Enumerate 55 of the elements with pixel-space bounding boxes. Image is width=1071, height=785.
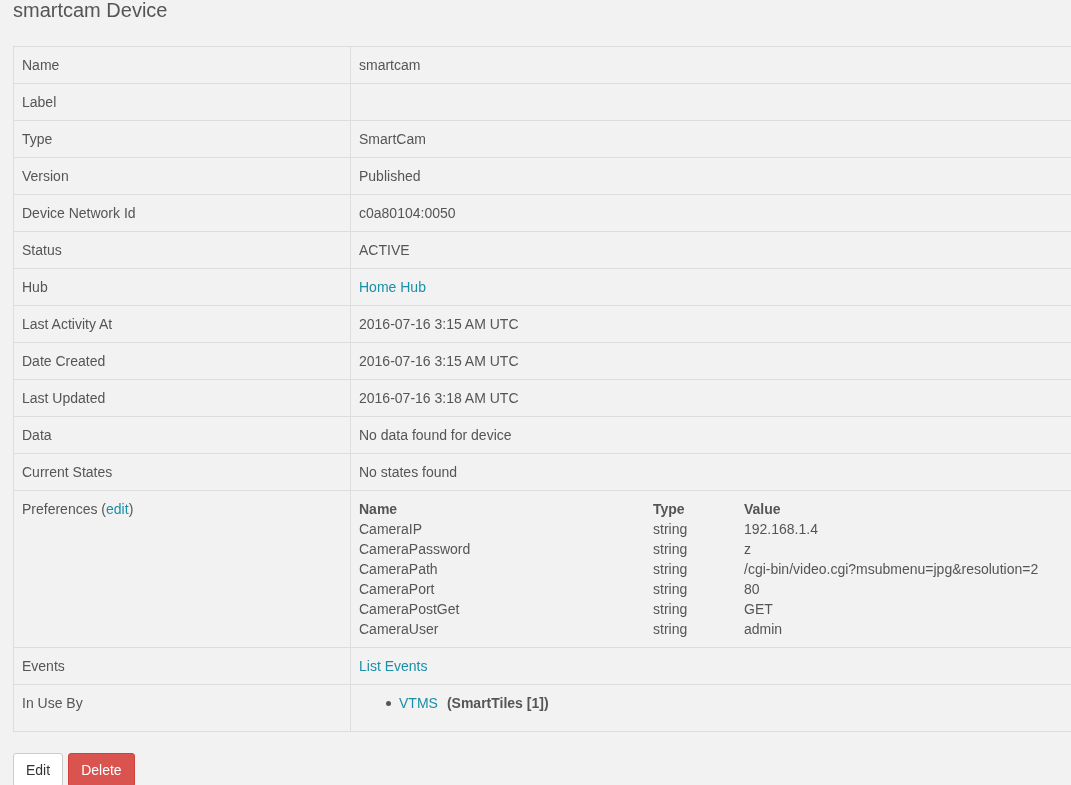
row-label: Last Activity At xyxy=(22,316,113,332)
pref-name: CameraUser xyxy=(359,620,440,639)
pref-type: string xyxy=(653,620,689,639)
pref-type: string xyxy=(653,600,689,619)
page-title: smartcam Device xyxy=(12,0,169,20)
row-label: Status xyxy=(22,242,62,258)
row-label: Version xyxy=(22,168,69,184)
row-value: smartcam xyxy=(359,57,421,73)
pref-value: 80 xyxy=(744,580,760,599)
row-label: Name xyxy=(22,57,60,73)
row-link[interactable]: List Events xyxy=(359,658,428,674)
row-value: 2016-07-16 3:15 AM UTC xyxy=(359,353,519,369)
row-label: Last Updated xyxy=(22,390,106,406)
row-value: No data found for device xyxy=(359,427,512,443)
pref-name: CameraIP xyxy=(359,520,424,539)
row-label: Events xyxy=(22,658,65,674)
delete-button[interactable]: Delete xyxy=(68,753,135,785)
row-label: Current States xyxy=(22,464,113,480)
pref-type: string xyxy=(653,540,689,559)
pref-name: CameraPath xyxy=(359,560,439,579)
app-name: (SmartTiles [1]) xyxy=(446,694,549,713)
pref-name: CameraPostGet xyxy=(359,600,461,619)
row-value: c0a80104:0050 xyxy=(359,205,456,221)
app-link[interactable]: VTMS xyxy=(399,693,438,713)
row-value: Published xyxy=(359,168,421,184)
pref-type: string xyxy=(653,560,689,579)
pref-value: 192.168.1.4 xyxy=(744,520,818,539)
row-link[interactable]: Home Hub xyxy=(359,279,426,295)
row-value: 2016-07-16 3:18 AM UTC xyxy=(359,390,519,406)
row-label: Data xyxy=(22,427,52,443)
row-label: In Use By xyxy=(22,695,83,711)
pref-type: string xyxy=(653,520,689,539)
row-value: SmartCam xyxy=(359,131,426,147)
row-value: ACTIVE xyxy=(359,242,410,258)
row-label: Date Created xyxy=(22,353,106,369)
row-value: No states found xyxy=(359,464,458,480)
pref-name: CameraPort xyxy=(359,580,436,599)
column-header: Type xyxy=(653,500,686,519)
edit-button[interactable]: Edit xyxy=(13,753,64,785)
row-label: Preferences (edit) xyxy=(22,501,134,517)
row-label: Device Network Id xyxy=(22,205,136,221)
pref-type: string xyxy=(653,580,689,599)
edit-link[interactable]: edit xyxy=(106,501,129,517)
row-label: Hub xyxy=(22,279,48,295)
column-header: Value xyxy=(744,500,781,519)
pref-value: /cgi-bin/video.cgi?msubmenu=jpg&resolution=2 xyxy=(744,560,1039,579)
pref-value: z xyxy=(744,540,751,559)
row-label: Type xyxy=(22,131,53,147)
pref-value: GET xyxy=(744,600,773,619)
bullet-icon xyxy=(386,700,391,706)
row-label: Label xyxy=(22,94,57,110)
row-value: 2016-07-16 3:15 AM UTC xyxy=(359,316,519,332)
pref-name: CameraPassword xyxy=(359,540,472,559)
column-header: Name xyxy=(359,500,399,519)
pref-value: admin xyxy=(744,620,783,639)
